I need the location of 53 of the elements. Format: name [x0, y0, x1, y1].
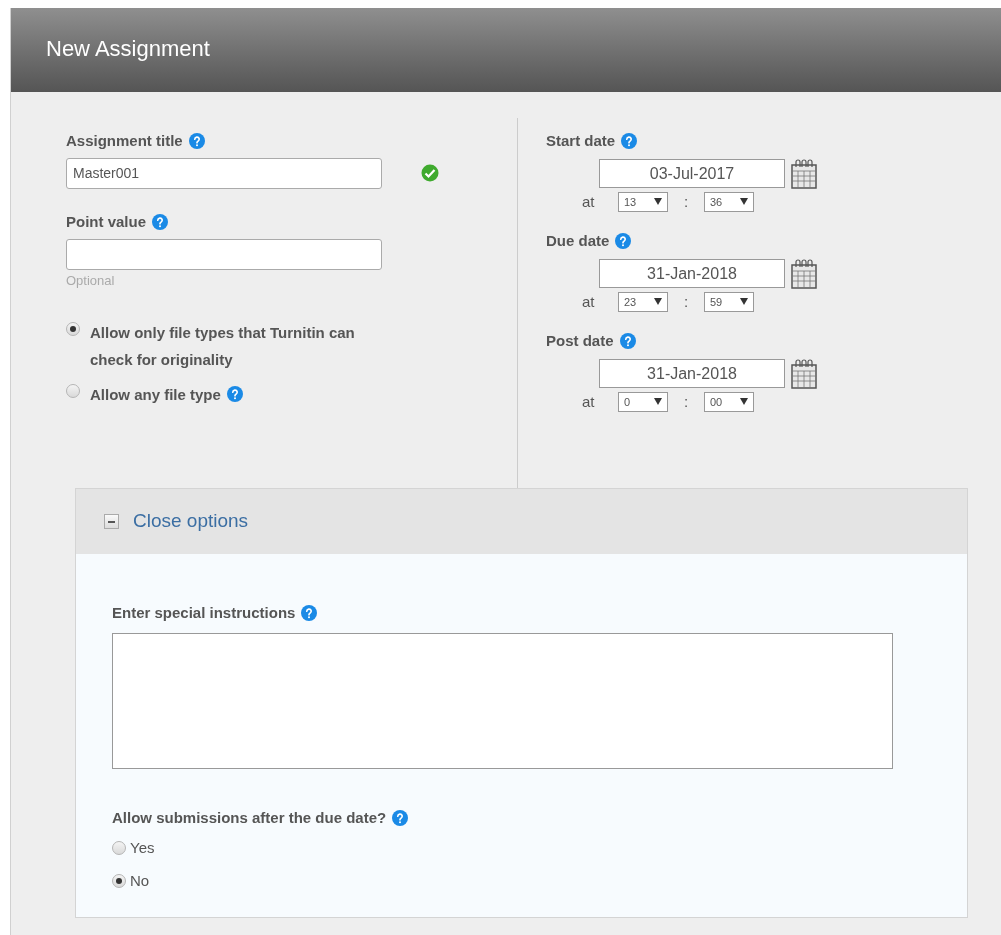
option-label: Allow only file types that Turnitin can check for originality	[90, 322, 356, 370]
help-icon[interactable]	[226, 386, 243, 402]
field-label: Enter special instructions	[112, 603, 296, 623]
radio-button[interactable]	[112, 841, 126, 856]
hint-text: Optional	[66, 272, 116, 290]
options-toggle-link[interactable]: Close options	[133, 507, 249, 536]
dropdown-arrow-icon	[654, 198, 662, 206]
field-label: Start date	[546, 131, 616, 151]
time-select[interactable]: 00	[704, 391, 754, 412]
radio-button[interactable]	[112, 873, 126, 888]
help-icon[interactable]	[152, 213, 169, 230]
date-input[interactable]: 31-Jan-2018	[599, 359, 785, 388]
calendar-icon[interactable]	[791, 258, 817, 289]
at-label: at	[582, 191, 596, 212]
dropdown-arrow-icon	[654, 298, 662, 306]
field-label: Due date	[546, 231, 610, 251]
dropdown-arrow-icon	[740, 198, 748, 206]
field-label: Point value	[66, 211, 147, 232]
help-icon[interactable]	[615, 233, 632, 250]
date-input[interactable]: 03-Jul-2017	[599, 159, 785, 188]
dropdown-arrow-icon	[654, 398, 662, 406]
help-icon[interactable]	[392, 809, 409, 826]
dropdown-arrow-icon	[740, 398, 748, 406]
dropdown-arrow-icon	[740, 298, 748, 306]
time-select[interactable]: 13	[618, 191, 668, 212]
radio-button[interactable]	[66, 321, 80, 336]
option-label: No	[130, 870, 150, 891]
help-icon[interactable]	[621, 133, 638, 150]
option-label: Allow any file type	[90, 384, 221, 405]
field-label: Allow submissions after the due date?	[112, 807, 387, 828]
at-label: at	[582, 391, 596, 412]
time-separator: :	[682, 391, 690, 412]
help-icon[interactable]	[619, 333, 636, 350]
time-select[interactable]: 59	[704, 291, 754, 312]
time-separator: :	[682, 291, 690, 312]
page-title: New Assignment	[46, 34, 210, 63]
field-label: Post date	[546, 331, 614, 351]
field-label: Assignment title	[66, 131, 183, 151]
time-select[interactable]: 0	[618, 391, 668, 412]
time-select[interactable]: 36	[704, 191, 754, 212]
option-label: Yes	[130, 838, 155, 858]
calendar-icon[interactable]	[791, 358, 817, 389]
title-input[interactable]: Master001	[66, 157, 382, 189]
collapse-toggle[interactable]	[104, 514, 119, 529]
point-value-input[interactable]	[66, 239, 382, 270]
help-icon[interactable]	[188, 133, 205, 150]
radio-button[interactable]	[66, 383, 80, 398]
time-separator: :	[682, 191, 690, 212]
time-select[interactable]: 23	[618, 291, 668, 312]
calendar-icon[interactable]	[791, 158, 817, 189]
at-label: at	[582, 291, 596, 312]
date-input[interactable]: 31-Jan-2018	[599, 259, 785, 288]
help-icon[interactable]	[301, 605, 318, 622]
